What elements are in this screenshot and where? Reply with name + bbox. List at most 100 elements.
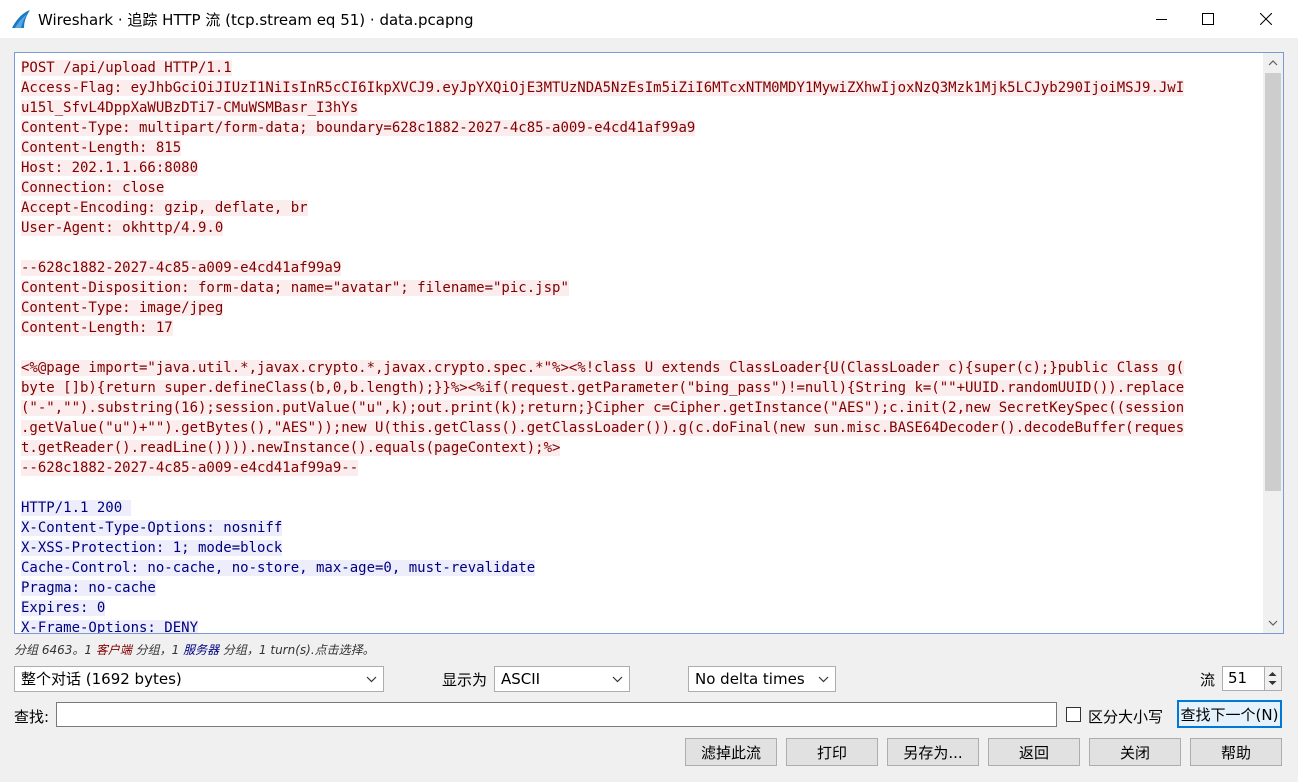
stream-text-area[interactable]: POST /api/upload HTTP/1.1 Access-Flag: ey… xyxy=(14,52,1284,634)
scrollbar-thumb[interactable] xyxy=(1265,73,1281,491)
delta-times-select[interactable]: No delta times xyxy=(688,666,836,692)
client-line: .getValue("u")+"").getBytes(),"AES"));ne… xyxy=(21,418,1261,438)
client-line-text: Host: 202.1.1.66:8080 xyxy=(21,160,199,176)
client-line: Content-Length: 815 xyxy=(21,138,1261,158)
find-input[interactable] xyxy=(56,702,1057,727)
client-line: u15l_SfvL4DppXaWUBzDTi7-CMuWSMBasr_I3hYs xyxy=(21,98,1261,118)
server-line: X-XSS-Protection: 1; mode=block xyxy=(21,538,1261,558)
save-as-button[interactable]: 另存为... xyxy=(887,738,979,766)
chevron-down-icon xyxy=(612,667,623,698)
status-middle: 分组，1 xyxy=(131,643,184,657)
client-line: Content-Length: 17 xyxy=(21,318,1261,338)
help-button[interactable]: 帮助 xyxy=(1190,738,1282,766)
client-line-text: ("-","").substring(16);session.putValue(… xyxy=(21,400,1185,416)
client-line: t.getReader().readLine()))).newInstance(… xyxy=(21,438,1261,458)
stream-number-spinbox[interactable]: 51 xyxy=(1222,666,1282,691)
vertical-scrollbar[interactable] xyxy=(1263,53,1283,633)
client-line-text: --628c1882-2027-4c85-a009-e4cd41af99a9 xyxy=(21,260,342,276)
window-title: Wireshark · 追踪 HTTP 流 (tcp.stream eq 51)… xyxy=(38,11,474,29)
back-button[interactable]: 返回 xyxy=(988,738,1080,766)
maximize-button[interactable] xyxy=(1185,0,1231,38)
client-line xyxy=(21,478,1261,498)
title-bar: Wireshark · 追踪 HTTP 流 (tcp.stream eq 51)… xyxy=(0,0,1298,38)
wireshark-fin-icon xyxy=(10,8,32,30)
client-line-text: Content-Disposition: form-data; name="av… xyxy=(21,280,569,296)
server-line-text: X-Frame-Options: DENY xyxy=(21,620,199,634)
filter-out-stream-button[interactable]: 滤掉此流 xyxy=(685,738,777,766)
server-line-text: Expires: 0 xyxy=(21,600,106,616)
server-line: Pragma: no-cache xyxy=(21,578,1261,598)
client-line: Access-Flag: eyJhbGciOiJIUzI1NiIsInR5cCI… xyxy=(21,78,1261,98)
stream-status: 分组 6463。1 客户端 分组，1 服务器 分组，1 turn(s).点击选择… xyxy=(14,641,375,658)
status-prefix: 分组 6463。1 xyxy=(14,643,96,657)
stream-number-value: 51 xyxy=(1228,669,1248,687)
server-line: Cache-Control: no-cache, no-store, max-a… xyxy=(21,558,1261,578)
server-line-text: X-XSS-Protection: 1; mode=block xyxy=(21,540,283,556)
find-next-button[interactable]: 查找下一个(N) xyxy=(1177,700,1282,728)
conversation-select[interactable]: 整个对话 (1692 bytes) xyxy=(14,666,384,692)
spin-arrows-icon[interactable] xyxy=(1264,667,1281,690)
server-line: HTTP/1.1 200 xyxy=(21,498,1261,518)
client-line: Content-Disposition: form-data; name="av… xyxy=(21,278,1261,298)
scroll-down-icon[interactable] xyxy=(1263,613,1283,633)
status-client-word: 客户端 xyxy=(95,643,132,657)
close-icon xyxy=(1260,13,1272,25)
client-line: <%@page import="java.util.*,javax.crypto… xyxy=(21,358,1261,378)
client-line-text: byte []b){return super.defineClass(b,0,b… xyxy=(21,380,1185,396)
server-line-text: Pragma: no-cache xyxy=(21,580,156,596)
client-line: --628c1882-2027-4c85-a009-e4cd41af99a9 xyxy=(21,258,1261,278)
client-line: Content-Type: image/jpeg xyxy=(21,298,1261,318)
conversation-select-value: 整个对话 (1692 bytes) xyxy=(21,670,182,688)
client-line-text: Content-Type: image/jpeg xyxy=(21,300,224,316)
client-line: ("-","").substring(16);session.putValue(… xyxy=(21,398,1261,418)
client-line xyxy=(21,238,1261,258)
client-line: User-Agent: okhttp/4.9.0 xyxy=(21,218,1261,238)
client-line-text: Content-Length: 17 xyxy=(21,320,173,336)
client-line-text: Connection: close xyxy=(21,180,165,196)
client-line: Connection: close xyxy=(21,178,1261,198)
status-server-word: 服务器 xyxy=(183,643,220,657)
print-button[interactable]: 打印 xyxy=(786,738,878,766)
client-line-text: u15l_SfvL4DppXaWUBzDTi7-CMuWSMBasr_I3hYs xyxy=(21,100,359,116)
scroll-up-icon[interactable] xyxy=(1263,53,1283,73)
server-line-text: HTTP/1.1 200 xyxy=(21,500,131,516)
client-line-text: --628c1882-2027-4c85-a009-e4cd41af99a9-- xyxy=(21,460,359,476)
minimize-icon xyxy=(1156,19,1167,20)
server-line: X-Content-Type-Options: nosniff xyxy=(21,518,1261,538)
client-line-text: User-Agent: okhttp/4.9.0 xyxy=(21,220,224,236)
server-line: Expires: 0 xyxy=(21,598,1261,618)
client-line: POST /api/upload HTTP/1.1 xyxy=(21,58,1261,78)
stream-number-label: 流 xyxy=(1200,671,1216,689)
show-as-select[interactable]: ASCII xyxy=(494,666,630,692)
chevron-down-icon xyxy=(818,667,829,698)
close-button[interactable] xyxy=(1243,0,1289,38)
show-as-select-value: ASCII xyxy=(501,670,541,688)
status-suffix: 分组，1 turn(s).点击选择。 xyxy=(219,643,375,657)
delta-times-select-value: No delta times xyxy=(695,670,805,688)
server-line-text: Cache-Control: no-cache, no-store, max-a… xyxy=(21,560,536,576)
client-line-text: Content-Length: 815 xyxy=(21,140,182,156)
client-line-text: Access-Flag: eyJhbGciOiJIUzI1NiIsInR5cCI… xyxy=(21,80,1185,96)
show-as-label: 显示为 xyxy=(442,671,488,689)
close-dialog-button[interactable]: 关闭 xyxy=(1089,738,1181,766)
client-line-text: .getValue("u")+"").getBytes(),"AES"));ne… xyxy=(21,420,1185,436)
client-line xyxy=(21,338,1261,358)
client-line: byte []b){return super.defineClass(b,0,b… xyxy=(21,378,1261,398)
chevron-down-icon xyxy=(366,667,377,698)
client-line: Content-Type: multipart/form-data; bound… xyxy=(21,118,1261,138)
case-sensitive-label: 区分大小写 xyxy=(1088,708,1164,726)
client-line: Accept-Encoding: gzip, deflate, br xyxy=(21,198,1261,218)
client-line-text: <%@page import="java.util.*,javax.crypto… xyxy=(21,360,1185,376)
stream-content: POST /api/upload HTTP/1.1 Access-Flag: ey… xyxy=(21,58,1261,634)
client-line: Host: 202.1.1.66:8080 xyxy=(21,158,1261,178)
case-sensitive-checkbox[interactable] xyxy=(1066,707,1081,722)
minimize-button[interactable] xyxy=(1139,0,1185,38)
client-line-text: Content-Type: multipart/form-data; bound… xyxy=(21,120,696,136)
client-line: --628c1882-2027-4c85-a009-e4cd41af99a9-- xyxy=(21,458,1261,478)
client-line-text: t.getReader().readLine()))).newInstance(… xyxy=(21,440,561,456)
server-line-text: X-Content-Type-Options: nosniff xyxy=(21,520,283,536)
client-line-text: POST /api/upload HTTP/1.1 xyxy=(21,60,232,76)
find-label: 查找: xyxy=(14,708,50,726)
maximize-icon xyxy=(1202,13,1214,25)
client-line-text: Accept-Encoding: gzip, deflate, br xyxy=(21,200,308,216)
